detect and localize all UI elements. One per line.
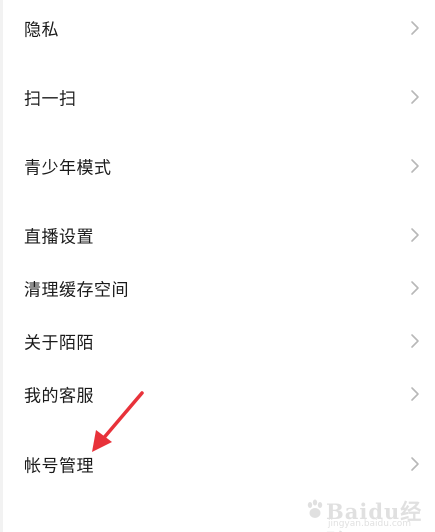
settings-item-label: 隐私 — [24, 20, 59, 41]
chevron-right-icon — [410, 333, 420, 349]
chevron-right-icon — [410, 280, 420, 296]
chevron-right-icon — [410, 386, 420, 402]
red-arrow-annotation — [88, 390, 148, 455]
chevron-right-icon — [410, 20, 420, 36]
chevron-right-icon — [410, 89, 420, 105]
chevron-right-icon — [410, 227, 420, 243]
settings-item-label: 清理缓存空间 — [24, 280, 129, 301]
settings-item-label: 直播设置 — [24, 227, 94, 248]
settings-item-teen-mode[interactable]: 青少年模式 — [0, 141, 435, 191]
settings-item-label: 扫一扫 — [24, 89, 77, 110]
settings-item-account-management[interactable]: 帐号管理 — [0, 439, 435, 489]
settings-item-scan[interactable]: 扫一扫 — [0, 72, 435, 122]
chevron-right-icon — [410, 158, 420, 174]
settings-item-customer-service[interactable]: 我的客服 — [0, 369, 435, 419]
watermark-url: jingyan.baidu.com — [328, 519, 412, 529]
settings-item-clear-cache[interactable]: 清理缓存空间 — [0, 263, 435, 313]
paw-icon — [307, 499, 323, 518]
settings-item-live-settings[interactable]: 直播设置 — [0, 210, 435, 260]
settings-item-privacy[interactable]: 隐私 — [0, 3, 435, 53]
settings-item-label: 帐号管理 — [24, 456, 94, 477]
baidu-watermark: Baidu经验 jingyan.baidu.com — [304, 496, 429, 532]
settings-item-label: 我的客服 — [24, 386, 94, 407]
chevron-right-icon — [410, 456, 420, 472]
settings-item-label: 关于陌陌 — [24, 333, 94, 354]
settings-item-about[interactable]: 关于陌陌 — [0, 316, 435, 366]
settings-item-label: 青少年模式 — [24, 158, 112, 179]
settings-list: 隐私 扫一扫 青少年模式 直播设置 清理缓存空间 关于陌陌 我的客服 帐号管理 — [0, 0, 435, 532]
